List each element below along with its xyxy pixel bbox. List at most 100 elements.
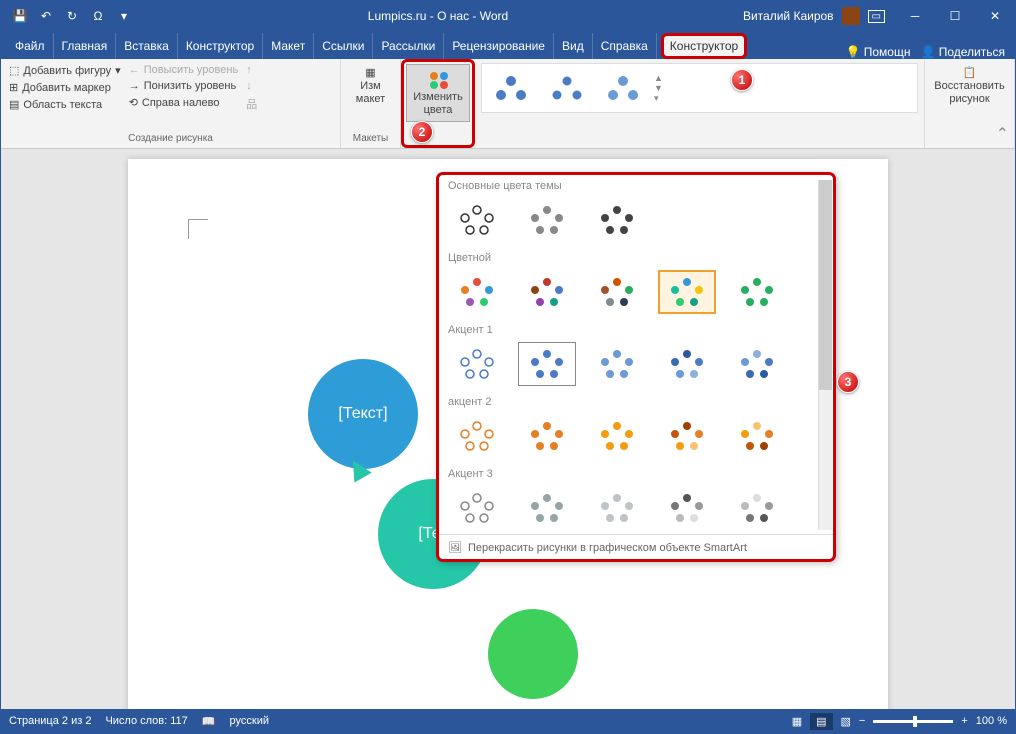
web-layout-icon[interactable]: ▧ <box>841 715 851 728</box>
color-swatch[interactable] <box>448 342 506 386</box>
color-swatch-selected[interactable] <box>658 270 716 314</box>
close-button[interactable]: ✕ <box>975 1 1015 31</box>
layout-icon[interactable]: 品 <box>244 95 259 113</box>
add-shape-icon: ⬚ <box>9 64 19 77</box>
avatar[interactable] <box>842 7 860 25</box>
dd-section-header: акцент 2 <box>438 390 834 410</box>
color-swatch[interactable] <box>588 414 646 458</box>
gallery-up-icon[interactable]: ▲ <box>654 73 663 83</box>
recolor-icon: 🖼 <box>448 541 462 554</box>
color-swatch[interactable] <box>588 198 646 242</box>
text-pane-button[interactable]: ▤Область текста <box>7 97 123 112</box>
demote-button[interactable]: →Понизить уровень <box>127 79 241 93</box>
dropdown-footer[interactable]: 🖼 Перекрасить рисунки в графическом объе… <box>438 534 834 560</box>
smartart-node[interactable]: [Текст] <box>308 359 418 469</box>
color-swatch[interactable] <box>728 414 786 458</box>
group-label-layouts: Макеты <box>347 131 394 144</box>
share-button[interactable]: 👤 Поделиться <box>920 45 1005 59</box>
dd-section-header: Акцент 3 <box>438 462 834 482</box>
change-layout-button[interactable]: ▦ Изм макет <box>347 63 394 111</box>
zoom-out-icon[interactable]: − <box>859 715 865 727</box>
color-swatch[interactable] <box>588 270 646 314</box>
color-swatch-current[interactable] <box>518 342 576 386</box>
style-thumb[interactable] <box>598 68 648 108</box>
color-swatch[interactable] <box>518 414 576 458</box>
smartart-node[interactable] <box>488 609 578 699</box>
tab-view[interactable]: Вид <box>554 33 593 59</box>
tab-design[interactable]: Конструктор <box>178 33 263 59</box>
dd-section-header: Цветной <box>438 246 834 266</box>
style-thumb[interactable] <box>486 68 536 108</box>
tab-insert[interactable]: Вставка <box>116 33 178 59</box>
tell-me[interactable]: 💡 Помощн <box>845 45 910 59</box>
title-bar: 💾 ↶ ↻ Ω ▾ Lumpics.ru - О нас - Word Вита… <box>1 1 1015 31</box>
color-swatch[interactable] <box>588 486 646 530</box>
color-swatch[interactable] <box>728 342 786 386</box>
promote-button[interactable]: ←Повысить уровень <box>127 63 241 77</box>
tab-file[interactable]: Файл <box>7 33 54 59</box>
spellcheck-icon[interactable]: 📖 <box>202 715 216 728</box>
tab-layout[interactable]: Макет <box>263 33 314 59</box>
gallery-down-icon[interactable]: ▼ <box>654 83 663 93</box>
add-bullet-button[interactable]: ⊞Добавить маркер <box>7 80 123 95</box>
demote-icon: → <box>129 80 140 92</box>
user-name: Виталий Каиров <box>743 9 834 23</box>
color-swatch[interactable] <box>658 342 716 386</box>
move-down-button[interactable]: ↓ <box>244 79 259 93</box>
color-swatch[interactable] <box>728 270 786 314</box>
tab-help[interactable]: Справка <box>593 33 657 59</box>
add-shape-button[interactable]: ⬚Добавить фигуру ▾ <box>7 63 123 78</box>
tab-review[interactable]: Рецензирование <box>444 33 554 59</box>
dropdown-scrollbar[interactable] <box>818 180 832 530</box>
color-swatch[interactable] <box>658 486 716 530</box>
color-swatch[interactable] <box>518 198 576 242</box>
tab-home[interactable]: Главная <box>54 33 117 59</box>
zoom-slider[interactable] <box>873 720 953 723</box>
gallery-more-icon[interactable]: ▾ <box>654 93 663 104</box>
undo-icon[interactable]: ↶ <box>37 9 55 23</box>
maximize-button[interactable]: ☐ <box>935 1 975 31</box>
redo-icon[interactable]: ↻ <box>63 9 81 23</box>
color-swatch[interactable] <box>448 198 506 242</box>
rtl-button[interactable]: ⟲Справа налево <box>127 95 241 110</box>
reset-graphic-button[interactable]: 📋 Восстановить рисунок <box>931 63 1008 111</box>
save-icon[interactable]: 💾 <box>11 9 29 23</box>
smartart-styles-gallery[interactable]: ▲ ▼ ▾ <box>481 63 918 113</box>
tab-mailings[interactable]: Рассылки <box>373 33 444 59</box>
tab-smartart-design[interactable]: Конструктор <box>661 33 747 59</box>
language-indicator[interactable]: русский <box>230 715 269 727</box>
color-swatch[interactable] <box>518 270 576 314</box>
change-colors-button[interactable]: Изменить цвета <box>406 64 470 122</box>
user-area: Виталий Каиров ▭ <box>733 7 895 25</box>
tab-references[interactable]: Ссылки <box>314 33 373 59</box>
read-mode-icon[interactable]: ▦ <box>792 715 802 728</box>
dropdown-icon[interactable]: ▾ <box>115 9 133 23</box>
reset-icon: 📋 <box>963 67 977 80</box>
zoom-level[interactable]: 100 % <box>976 715 1007 727</box>
page-indicator[interactable]: Страница 2 из 2 <box>9 715 91 727</box>
callout-badge-1: 1 <box>731 69 753 91</box>
quick-access-toolbar: 💾 ↶ ↻ Ω ▾ <box>1 9 143 23</box>
minimize-button[interactable]: ─ <box>895 1 935 31</box>
color-swatch[interactable] <box>658 414 716 458</box>
group-label-create: Создание рисунка <box>7 131 334 144</box>
collapse-ribbon-icon[interactable]: ⌃ <box>996 124 1009 144</box>
zoom-in-icon[interactable]: + <box>961 715 967 727</box>
callout-badge-2: 2 <box>411 121 433 143</box>
style-thumb[interactable] <box>542 68 592 108</box>
status-bar: Страница 2 из 2 Число слов: 117 📖 русски… <box>1 709 1015 733</box>
omega-icon[interactable]: Ω <box>89 9 107 23</box>
color-swatch[interactable] <box>448 486 506 530</box>
text-pane-icon: ▤ <box>9 98 19 111</box>
color-swatch[interactable] <box>728 486 786 530</box>
move-up-button[interactable]: ↑ <box>244 63 259 77</box>
print-layout-icon[interactable]: ▤ <box>810 713 832 730</box>
word-count[interactable]: Число слов: 117 <box>105 715 187 727</box>
promote-icon: ← <box>129 64 140 76</box>
color-swatch[interactable] <box>518 486 576 530</box>
color-swatch[interactable] <box>448 270 506 314</box>
ribbon-display-icon[interactable]: ▭ <box>868 10 885 23</box>
color-swatch[interactable] <box>448 414 506 458</box>
margin-corner <box>188 219 208 239</box>
color-swatch[interactable] <box>588 342 646 386</box>
